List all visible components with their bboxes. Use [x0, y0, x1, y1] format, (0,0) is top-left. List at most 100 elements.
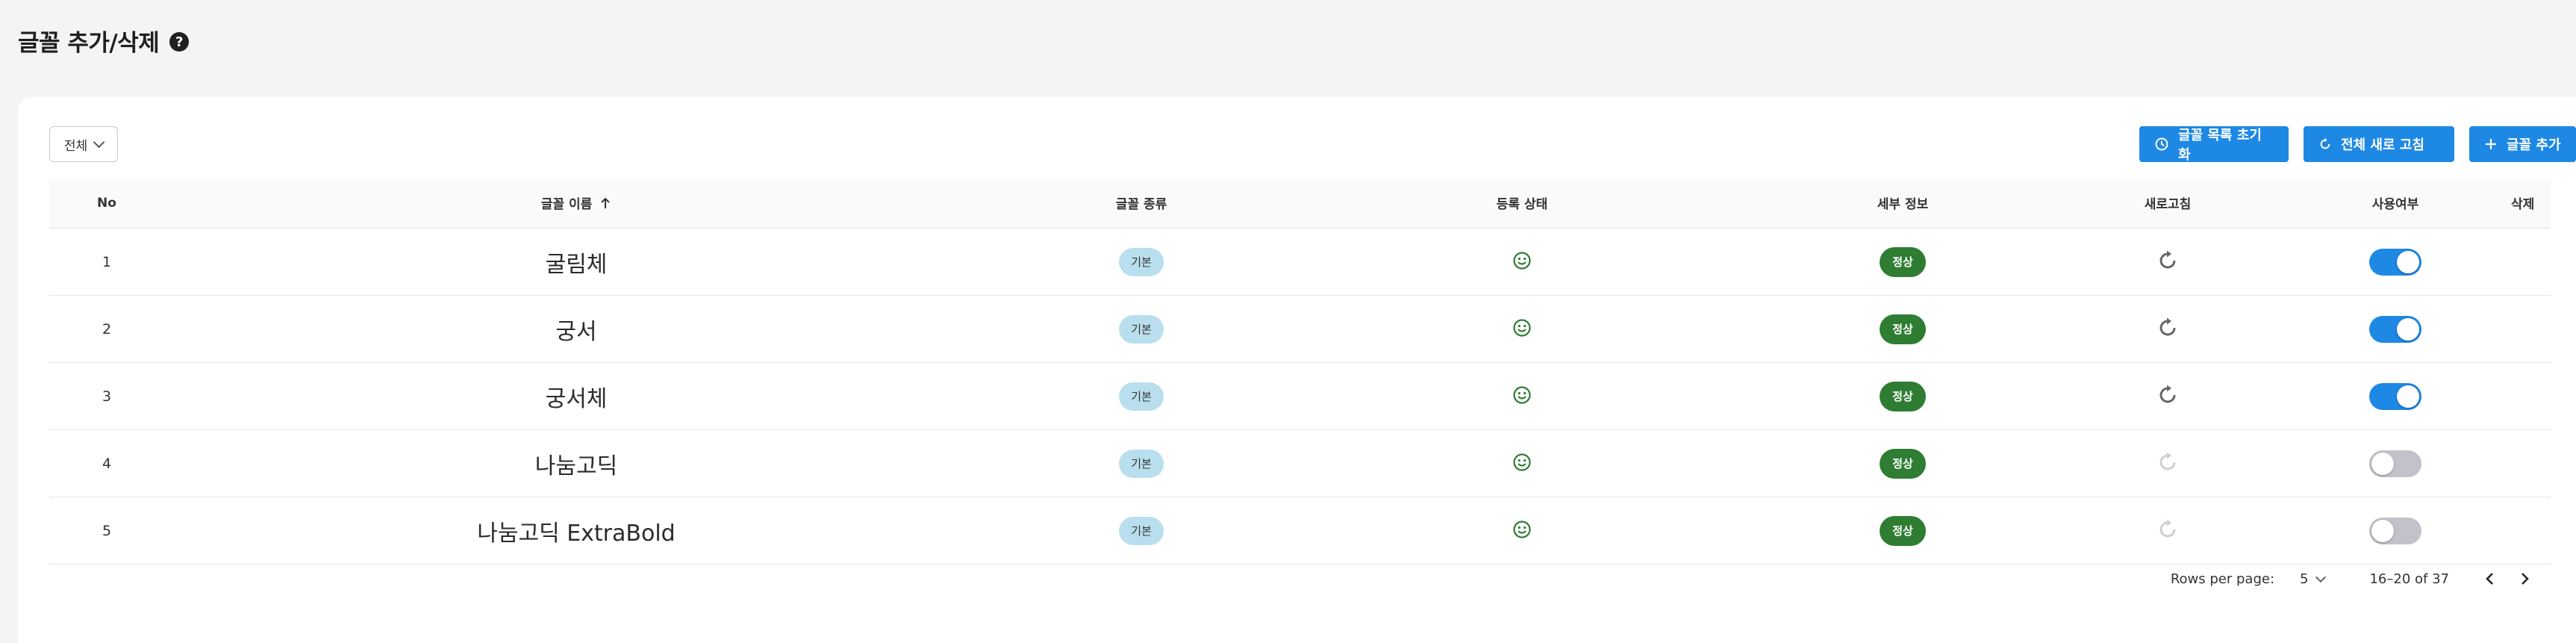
table-row: 4 나눔고딕 기본 정상	[49, 430, 2551, 497]
status-badge: 정상	[1880, 246, 1926, 277]
refresh-icon	[2159, 452, 2176, 470]
registration-status-cell	[1294, 520, 1750, 542]
font-name: 궁서	[555, 318, 597, 345]
registration-status-cell	[1294, 251, 1750, 273]
refresh-icon	[2159, 519, 2176, 537]
smile-icon	[1512, 385, 1532, 408]
pagination: Rows per page: 5 16–20 of 37	[2171, 560, 2533, 597]
column-header-detail[interactable]: 세부 정보	[1750, 193, 2056, 212]
add-font-button[interactable]: 글꼴 추가	[2469, 126, 2576, 162]
use-toggle-cell	[2280, 517, 2511, 544]
registration-status-cell	[1294, 385, 1750, 408]
refresh-icon	[2320, 137, 2330, 149]
refresh-cell	[2056, 384, 2280, 409]
use-toggle-cell	[2280, 382, 2511, 410]
column-header-delete[interactable]: 삭제	[2511, 193, 2551, 212]
plus-icon	[2486, 139, 2496, 149]
use-toggle-cell	[2280, 315, 2511, 343]
smile-icon	[1512, 318, 1532, 341]
row-number: 5	[102, 522, 112, 539]
detail-cell: 정상	[1750, 448, 2056, 479]
refresh-icon	[2159, 317, 2176, 335]
refresh-font-button	[2156, 518, 2179, 544]
use-toggle[interactable]	[2369, 450, 2421, 477]
table-row: 1 굴림체 기본 정상	[49, 229, 2551, 296]
table-header: No 글꼴 이름 글꼴 종류 등록 상태 세부 정보 새로고침 사용여부 삭제	[49, 178, 2551, 229]
use-toggle[interactable]	[2369, 517, 2421, 544]
refresh-cell	[2056, 518, 2280, 544]
page-header: 글꼴 추가/삭제 ?	[18, 21, 190, 60]
status-badge: 정상	[1880, 448, 1926, 479]
refresh-cell	[2056, 249, 2280, 275]
detail-cell: 정상	[1750, 246, 2056, 277]
use-toggle[interactable]	[2369, 315, 2421, 343]
font-type-cell: 기본	[988, 314, 1294, 344]
page-title: 글꼴 추가/삭제	[18, 29, 160, 57]
font-name: 나눔고딕 ExtraBold	[477, 520, 676, 547]
column-header-name-label: 글꼴 이름	[540, 197, 593, 212]
font-name: 굴림체	[545, 251, 608, 278]
restore-icon	[2155, 137, 2168, 151]
font-name: 나눔고딕	[534, 453, 618, 479]
column-header-use[interactable]: 사용여부	[2280, 193, 2511, 212]
table-body: 1 굴림체 기본 정상 2 궁서 기본 정상 3 궁서체 기본 정상 4 나눔고딕 기본 정상 5 나눔고딕 Ex…	[49, 229, 2551, 565]
smile-icon	[1512, 520, 1532, 542]
use-toggle[interactable]	[2369, 382, 2421, 410]
status-badge: 정상	[1880, 381, 1926, 411]
toolbar: 글꼴 목록 초기화 전체 새로 고침 글꼴 추가	[2139, 126, 2576, 163]
column-header-registration[interactable]: 등록 상태	[1294, 193, 1750, 212]
refresh-font-button[interactable]	[2156, 249, 2179, 275]
rows-per-page-select[interactable]: 5	[2300, 571, 2327, 587]
refresh-font-button[interactable]	[2156, 317, 2179, 342]
reset-font-list-label: 글꼴 목록 초기화	[2177, 128, 2262, 163]
font-type-cell: 기본	[988, 516, 1294, 545]
font-manager-card: 전체 글꼴 목록 초기화 전체 새로 고침 글꼴 추가 No 글꼴 이름 글꼴 …	[18, 97, 2576, 643]
add-font-label: 글꼴 추가	[2507, 137, 2561, 153]
page-navigation	[2482, 571, 2533, 586]
row-number: 4	[102, 455, 112, 472]
detail-cell: 정상	[1750, 314, 2056, 344]
font-type-badge: 기본	[1119, 247, 1164, 276]
status-badge: 정상	[1880, 515, 1926, 546]
refresh-all-button[interactable]: 전체 새로 고침	[2304, 126, 2454, 162]
font-filter-value: 전체	[63, 138, 88, 154]
column-header-refresh[interactable]: 새로고침	[2056, 193, 2280, 212]
use-toggle[interactable]	[2369, 248, 2421, 276]
rows-per-page-value: 5	[2300, 571, 2309, 587]
detail-cell: 정상	[1750, 515, 2056, 546]
refresh-cell	[2056, 317, 2280, 342]
refresh-font-button[interactable]	[2156, 384, 2179, 409]
sort-ascending-icon	[601, 197, 610, 208]
toggle-knob	[2371, 519, 2394, 542]
previous-page-button[interactable]	[2482, 571, 2497, 586]
refresh-cell	[2056, 451, 2280, 476]
rows-per-page-label: Rows per page:	[2170, 571, 2275, 587]
reset-font-list-button[interactable]: 글꼴 목록 초기화	[2139, 126, 2289, 163]
smile-icon	[1512, 453, 1532, 475]
refresh-icon	[2159, 385, 2176, 403]
column-header-type[interactable]: 글꼴 종류	[988, 193, 1294, 212]
table-row: 5 나눔고딕 ExtraBold 기본 정상	[49, 497, 2551, 565]
detail-cell: 정상	[1750, 381, 2056, 411]
use-toggle-cell	[2280, 248, 2511, 276]
row-number: 1	[102, 253, 112, 270]
chevron-down-icon	[93, 136, 105, 149]
next-page-button[interactable]	[2518, 571, 2533, 586]
toggle-knob	[2371, 452, 2394, 475]
registration-status-cell	[1294, 453, 1750, 475]
font-type-badge: 기본	[1119, 516, 1164, 545]
font-filter-select[interactable]: 전체	[49, 126, 118, 162]
help-icon[interactable]: ?	[169, 32, 190, 52]
row-number: 3	[102, 388, 112, 405]
font-type-cell: 기본	[988, 449, 1294, 478]
font-type-badge: 기본	[1119, 382, 1164, 411]
refresh-icon	[2159, 250, 2176, 268]
chevron-right-icon	[2522, 573, 2529, 585]
column-header-name[interactable]: 글꼴 이름	[164, 193, 988, 212]
toggle-knob	[2397, 385, 2419, 408]
status-badge: 정상	[1880, 314, 1926, 344]
font-type-badge: 기본	[1119, 449, 1164, 478]
toggle-knob	[2397, 250, 2419, 273]
column-header-no[interactable]: No	[49, 196, 164, 211]
page-range: 16–20 of 37	[2369, 571, 2449, 587]
